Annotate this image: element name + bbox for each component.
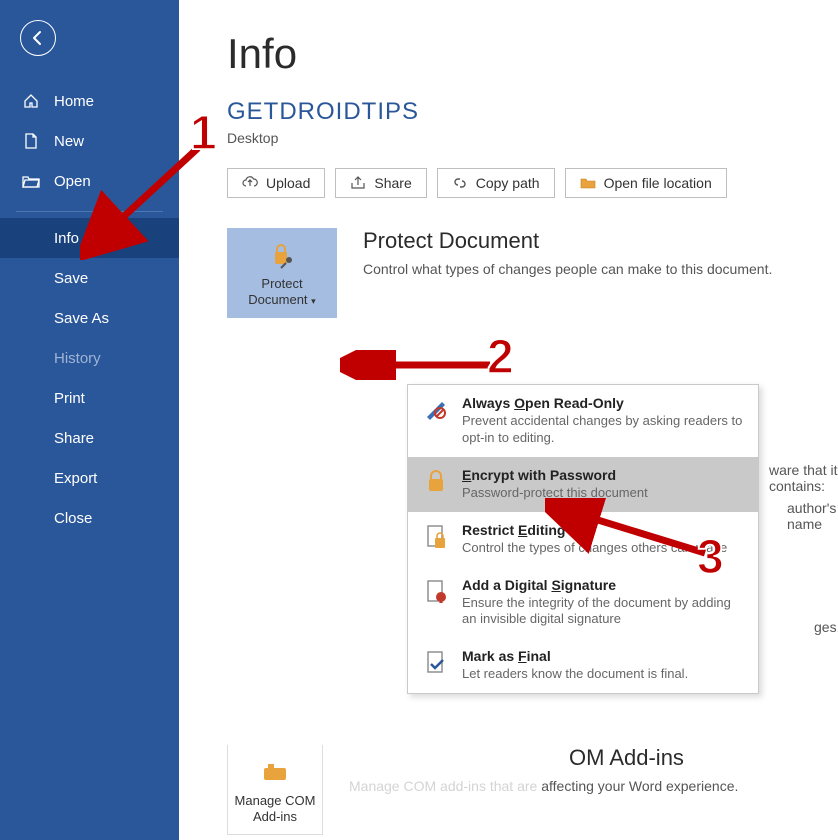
manage-com-addins-button[interactable]: Manage COM Add-ins: [227, 745, 323, 835]
dropdown-item-icon: [422, 395, 450, 447]
sidebar-item-save[interactable]: Save: [0, 258, 179, 298]
home-icon: [22, 92, 40, 110]
protect-document-heading: Protect Document: [363, 228, 772, 254]
share-label: Share: [374, 175, 411, 191]
protect-document-section: Protect Document ▾ Protect Document Cont…: [227, 228, 838, 318]
sidebar-item-print[interactable]: Print: [0, 378, 179, 418]
share-icon: [350, 175, 366, 191]
open-location-label: Open file location: [604, 175, 712, 191]
backstage-sidebar: HomeNewOpen InfoSaveSave AsHistoryPrintS…: [0, 0, 179, 840]
sidebar-item-export[interactable]: Export: [0, 458, 179, 498]
inspect-trail: ware that it contains: author's name: [769, 462, 838, 534]
annotation-arrow-3: [545, 498, 715, 568]
lock-key-icon: [231, 240, 333, 270]
dropdown-item-icon: [422, 522, 450, 557]
document-icon: [22, 132, 40, 150]
dropdown-item-desc: Let readers know the document is final.: [462, 666, 688, 683]
annotation-3: 3: [697, 530, 724, 585]
sidebar-item-label: History: [54, 350, 101, 367]
sidebar-item-label: Save As: [54, 310, 109, 327]
manage-com-addins-label: Manage COM Add-ins: [232, 793, 318, 824]
back-button[interactable]: [20, 20, 56, 56]
protect-document-btn-label: Protect Document ▾: [231, 276, 333, 307]
com-addins-section: Manage COM Add-ins OM Add-ins Manage COM…: [227, 745, 838, 835]
sidebar-item-share[interactable]: Share: [0, 418, 179, 458]
annotation-2: 2: [487, 330, 514, 385]
protect-document-desc: Control what types of changes people can…: [363, 260, 772, 280]
share-button[interactable]: Share: [335, 168, 426, 198]
sidebar-item-close[interactable]: Close: [0, 498, 179, 538]
dropdown-item-icon: [422, 467, 450, 502]
document-location: Desktop: [227, 130, 838, 146]
main-pane: Info GETDROIDTIPS Desktop Upload Share C: [179, 0, 838, 840]
sidebar-item-label: Print: [54, 390, 85, 407]
com-addins-desc: Manage COM add-ins that are affecting yo…: [349, 777, 738, 797]
info-toolbar: Upload Share Copy path Open file locatio…: [227, 168, 838, 198]
sidebar-item-home[interactable]: Home: [0, 81, 179, 121]
check-hidden-trail: ges.: [814, 619, 838, 635]
dropdown-item-title: Always Open Read-Only: [462, 395, 744, 411]
protect-document-button[interactable]: Protect Document ▾: [227, 228, 337, 318]
sidebar-item-label: Home: [54, 93, 94, 110]
sidebar-item-label: Export: [54, 470, 97, 487]
dropdown-item-title: Encrypt with Password: [462, 467, 648, 483]
sidebar-item-label: Close: [54, 510, 92, 527]
copy-path-button[interactable]: Copy path: [437, 168, 555, 198]
dropdown-item-mark-as-final[interactable]: Mark as Final Let readers know the docume…: [408, 638, 758, 693]
dropdown-item-title: Mark as Final: [462, 648, 688, 664]
annotation-arrow-2: [340, 350, 500, 380]
upload-button[interactable]: Upload: [227, 168, 325, 198]
dropdown-item-always-open-read-only[interactable]: Always Open Read-Only Prevent accidental …: [408, 385, 758, 457]
cloud-upload-icon: [242, 175, 258, 191]
dropdown-item-icon: [422, 648, 450, 683]
document-title: GETDROIDTIPS: [227, 98, 838, 126]
open-location-button[interactable]: Open file location: [565, 168, 727, 198]
com-addins-heading-trail: OM Add-ins: [569, 745, 738, 771]
dropdown-item-desc: Prevent accidental changes by asking rea…: [462, 413, 744, 447]
sidebar-item-label: Info: [54, 230, 79, 247]
dropdown-item-icon: [422, 577, 450, 629]
sidebar-item-history: History: [0, 338, 179, 378]
annotation-1: 1: [190, 106, 217, 161]
upload-label: Upload: [266, 175, 310, 191]
addin-icon: [232, 757, 318, 787]
link-icon: [452, 175, 468, 191]
back-arrow-icon: [30, 30, 46, 46]
folder-open-icon: [22, 172, 40, 190]
sidebar-item-label: Share: [54, 430, 94, 447]
sidebar-item-save-as[interactable]: Save As: [0, 298, 179, 338]
sidebar-item-label: Save: [54, 270, 88, 287]
folder-icon: [580, 175, 596, 191]
dropdown-item-desc: Ensure the integrity of the document by …: [462, 595, 744, 629]
copy-path-label: Copy path: [476, 175, 540, 191]
page-title: Info: [227, 30, 838, 78]
